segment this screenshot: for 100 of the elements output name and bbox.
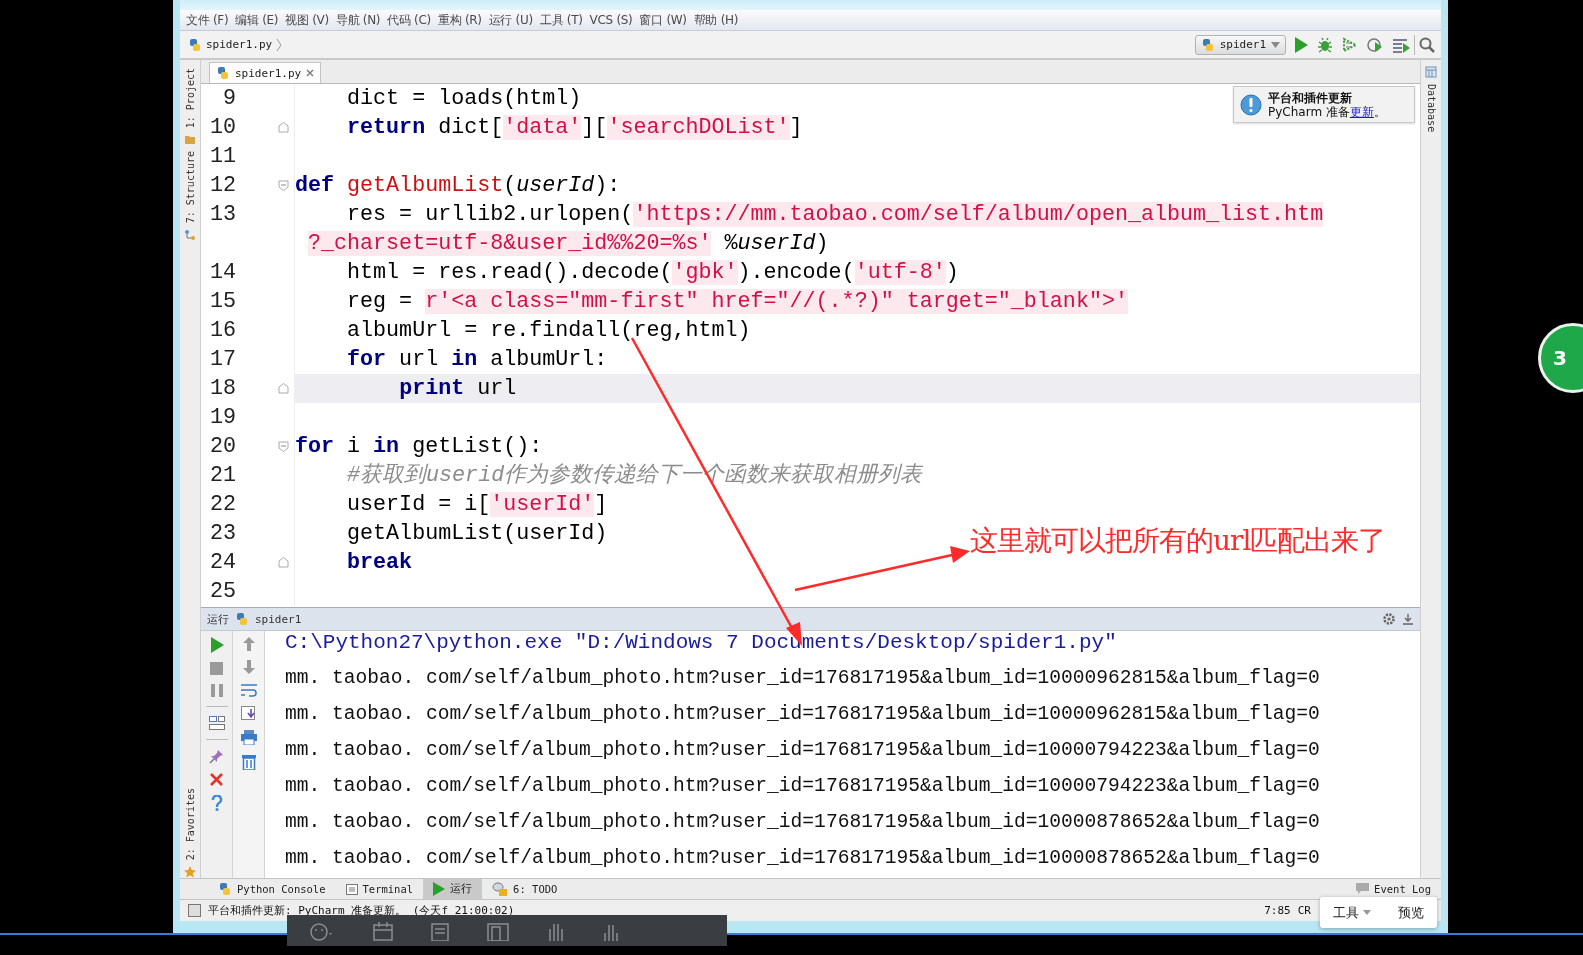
event-log-icon <box>1356 883 1370 895</box>
fold-start-icon[interactable] <box>278 441 289 452</box>
run-list-icon[interactable] <box>1392 36 1410 53</box>
layout-icon[interactable] <box>208 716 225 730</box>
close-icon[interactable] <box>210 773 223 786</box>
document-icon[interactable] <box>431 921 449 941</box>
line-number: 10 <box>209 115 236 140</box>
fold-end-icon[interactable] <box>278 122 289 133</box>
popup-item[interactable]: 预览 <box>1397 903 1424 922</box>
tool-window-tab[interactable]: Python Console <box>208 879 336 899</box>
menu-item[interactable]: 导航 (N) <box>332 11 384 29</box>
line-number: 24 <box>209 550 236 575</box>
side-tab[interactable]: 2: Favorites <box>184 785 196 862</box>
help-icon[interactable] <box>210 795 223 811</box>
fold-start-icon[interactable] <box>278 180 289 191</box>
smiley-icon[interactable] <box>309 921 335 941</box>
console-command: C:\Python27\python.exe "D:/Windows 7 Documents/Desktop/spider1.py" <box>285 631 1118 656</box>
python-icon <box>235 612 249 626</box>
tool-window-tab[interactable]: Terminal <box>335 879 424 899</box>
trash-icon[interactable] <box>241 754 256 770</box>
line-number: 15 <box>209 289 236 314</box>
info-icon <box>1240 93 1262 116</box>
line-number: 23 <box>209 521 236 546</box>
code-line: res = urllib2.urlopen('https://mm.taobao.com/self/album/open_album_list.htm <box>347 201 1324 228</box>
calendar-icon[interactable] <box>373 921 393 941</box>
run-icon[interactable] <box>209 637 224 653</box>
database-icon <box>1425 66 1437 78</box>
editor-tab[interactable]: spider1.py <box>209 62 322 83</box>
console-output: mm. taobao. com/self/album_photo.htm?user_id=176817195&album_id=10000794223&album_flag=0 <box>285 739 1321 763</box>
structure-icon <box>184 229 196 242</box>
debug-icon[interactable] <box>1317 36 1333 53</box>
line-separator[interactable]: CR <box>1297 904 1311 917</box>
caret-position[interactable]: 7:85 <box>1264 904 1291 917</box>
side-tab[interactable]: 1: Project <box>184 66 196 131</box>
code-line: albumUrl = re.findall(reg,html) <box>347 317 751 344</box>
python-icon <box>1200 37 1215 52</box>
star-icon <box>184 866 196 878</box>
profile-icon[interactable] <box>1367 36 1383 53</box>
code-line: for i in getList(): <box>295 433 543 460</box>
line-number: 25 <box>209 579 236 604</box>
code-line: getAlbumList(userId) <box>347 520 608 547</box>
up-arrow-icon[interactable] <box>242 637 255 651</box>
search-icon[interactable] <box>1419 36 1435 53</box>
fold-end-icon[interactable] <box>278 557 289 568</box>
status-message: 平台和插件更新: PyCharm 准备更新。 (今天f 21:00:02) <box>208 903 515 918</box>
hide-icon[interactable] <box>1402 613 1414 625</box>
line-number: 20 <box>209 434 236 459</box>
soft-wrap-icon[interactable] <box>240 683 257 697</box>
pause-icon[interactable] <box>210 684 223 697</box>
line-number: 11 <box>209 144 236 169</box>
line-number: 14 <box>209 260 236 285</box>
tool-window-tab[interactable]: 运行 <box>423 879 483 899</box>
line-number: 13 <box>209 202 236 227</box>
notification-badge: 3 <box>1538 323 1583 393</box>
line-number: 9 <box>223 86 236 111</box>
menu-item[interactable]: 工具 (T) <box>536 11 586 29</box>
line-number: 21 <box>209 463 236 488</box>
status-toggle-icon[interactable] <box>188 904 201 917</box>
scroll-to-end-icon[interactable] <box>240 706 257 721</box>
menu-item[interactable]: 代码 (C) <box>384 11 434 29</box>
code-line: reg = r'<a class="mm-first" href="//(.*?)" target="_blank">' <box>347 288 1128 315</box>
annotation-note: 这里就可以把所有的url匹配出来了 <box>970 523 1386 559</box>
window-icon[interactable] <box>487 921 509 941</box>
code-line: return dict['data']['searchDOList'] <box>347 114 803 141</box>
line-number: 17 <box>209 347 236 372</box>
side-tab[interactable]: 7: Structure <box>184 149 196 226</box>
popup-item[interactable]: 工具 <box>1333 903 1372 922</box>
python-file-icon <box>216 66 230 80</box>
python-file-icon <box>188 37 202 52</box>
menu-item[interactable]: 文件 (F) <box>183 11 232 29</box>
pin-icon[interactable] <box>209 749 224 764</box>
panel-title: 运行 <box>207 611 229 627</box>
line-number: 19 <box>209 405 236 430</box>
menu-item[interactable]: 视图 (V) <box>282 11 332 29</box>
menu-item[interactable]: 运行 (U) <box>485 11 536 29</box>
tool-window-tab[interactable]: 6: TODO <box>482 879 568 899</box>
coverage-icon[interactable] <box>1342 36 1358 53</box>
down-arrow-icon[interactable] <box>242 660 255 674</box>
run-configuration-dropdown[interactable]: spider1 <box>1194 34 1286 55</box>
notification-title: 平台和插件更新 <box>1268 90 1353 105</box>
code-line: break <box>347 549 413 576</box>
breadcrumb-item[interactable]: spider1.py <box>206 38 273 51</box>
menu-item[interactable]: 窗口 (W) <box>636 11 690 29</box>
close-icon[interactable] <box>306 69 315 77</box>
menu-item[interactable]: 帮助 (H) <box>690 11 742 29</box>
run-tab[interactable]: spider1 <box>255 612 302 626</box>
console-output: mm. taobao. com/self/album_photo.htm?user_id=176817195&album_id=10000878652&album_flag=0 <box>285 811 1321 835</box>
menu-item[interactable]: VCS (S) <box>586 13 636 27</box>
settings-icon[interactable] <box>1382 612 1396 626</box>
code-line: dict = loads(html) <box>347 85 582 112</box>
event-log-tab[interactable]: Event Log <box>1346 879 1441 899</box>
side-tab[interactable]: Database <box>1425 82 1437 135</box>
fold-end-icon[interactable] <box>278 383 289 394</box>
folder-icon <box>184 134 196 146</box>
print-icon[interactable] <box>240 730 257 745</box>
run-icon[interactable] <box>1294 36 1308 53</box>
console-output: mm. taobao. com/self/album_photo.htm?user_id=176817195&album_id=10000962815&album_flag=0 <box>285 703 1321 727</box>
update-link[interactable]: 更新 <box>1349 104 1374 119</box>
menu-item[interactable]: 重构 (R) <box>434 11 485 29</box>
menu-item[interactable]: 编辑 (E) <box>232 11 282 29</box>
